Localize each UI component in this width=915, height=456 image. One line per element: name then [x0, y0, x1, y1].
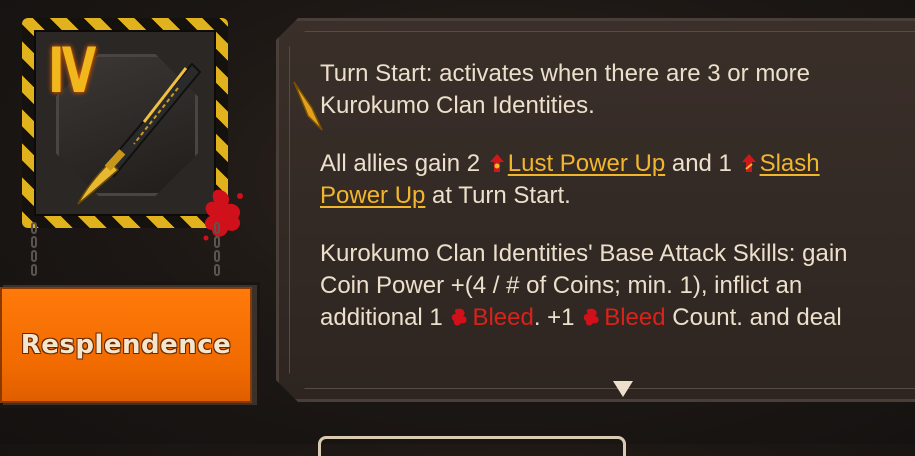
scroll-down-arrow-icon[interactable]: [612, 380, 634, 398]
desc-paragraph-2: All allies gain 2 Lust Power Up and 1 Sl…: [320, 150, 820, 209]
slash-power-up-link-a[interactable]: Slash: [760, 150, 820, 177]
description-text: Turn Start: activates when there are 3 o…: [320, 58, 915, 360]
slash-power-up-icon: [741, 154, 756, 172]
bottom-tab-edge[interactable]: [318, 436, 626, 456]
desc-paragraph-1: Turn Start: activates when there are 3 o…: [320, 60, 810, 119]
pen-nib-icon: [293, 81, 323, 131]
ego-gift-name-button[interactable]: Resplendence: [0, 287, 252, 403]
desc-paragraph-3: Kurokumo Clan Identities' Base Attack Sk…: [320, 240, 848, 331]
blood-splatter-icon: [203, 189, 243, 241]
bleed-icon: [452, 308, 468, 326]
bleed-keyword[interactable]: Bleed: [604, 304, 665, 331]
hanging-chain-left: [31, 222, 37, 282]
hanging-chain-right: [214, 222, 220, 282]
bleed-icon: [584, 308, 599, 326]
katana-icon: [77, 62, 202, 205]
bleed-keyword[interactable]: Bleed: [472, 304, 533, 331]
lust-power-up-icon: [489, 154, 504, 172]
slash-power-up-link-b[interactable]: Power Up: [320, 182, 425, 209]
tier-numeral: IV: [48, 34, 96, 107]
ego-gift-emblem[interactable]: IV: [22, 18, 243, 241]
lust-power-up-link[interactable]: Lust Power Up: [508, 150, 665, 177]
ego-gift-name: Resplendence: [20, 330, 232, 360]
